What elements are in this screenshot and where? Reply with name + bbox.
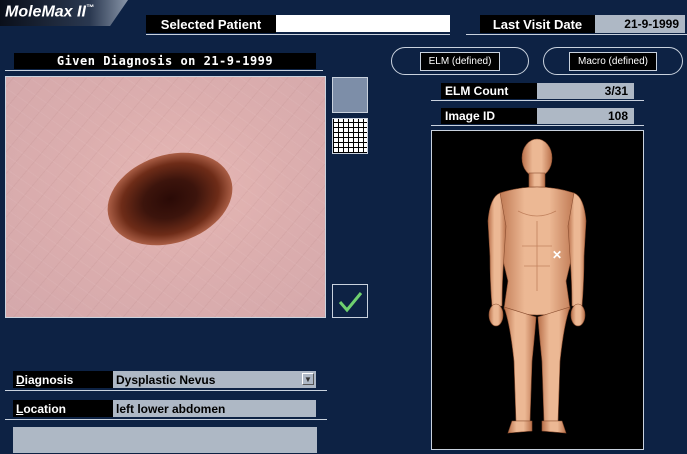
diagnosis-rule xyxy=(5,390,327,391)
location-label: Location xyxy=(13,400,113,417)
image-panel-title: Given Diagnosis on 21-9-1999 xyxy=(14,53,316,69)
app-logo: MoleMax II™ xyxy=(5,3,94,21)
image-id-label: Image ID xyxy=(441,108,537,124)
selected-patient-rule xyxy=(146,34,450,35)
selected-patient-input[interactable] xyxy=(276,15,450,32)
location-field[interactable]: left lower abdomen xyxy=(113,400,316,417)
elm-count-value: 3/31 xyxy=(537,83,634,99)
macro-view-button[interactable]: Macro (defined) xyxy=(543,47,683,75)
location-rule xyxy=(5,419,327,420)
close-icon: ✕ xyxy=(552,248,563,262)
lesion-location-marker[interactable]: ✕ xyxy=(552,249,562,261)
image-id-value: 108 xyxy=(537,108,634,124)
last-visit-label: Last Visit Date xyxy=(480,15,595,33)
body-figure xyxy=(487,138,587,434)
checkmark-icon xyxy=(338,292,363,313)
image-id-rule xyxy=(431,125,644,126)
last-visit-value: 21-9-1999 xyxy=(595,15,685,33)
lesion-image[interactable] xyxy=(5,76,326,318)
selected-patient-label: Selected Patient xyxy=(146,15,276,33)
confirm-button[interactable] xyxy=(332,284,368,318)
last-visit-rule xyxy=(466,34,687,35)
grid-icon[interactable] xyxy=(332,118,368,154)
elm-count-label: ELM Count xyxy=(441,83,537,99)
notes-field[interactable] xyxy=(13,427,317,453)
elm-count-rule xyxy=(431,100,644,101)
diagnosis-label: Diagnosis xyxy=(13,371,113,388)
image-panel-title-rule xyxy=(5,70,323,71)
mole-lesion xyxy=(95,137,245,261)
diagnosis-select[interactable]: Dysplastic Nevus ▼ xyxy=(113,371,316,388)
body-map-panel[interactable]: ✕ xyxy=(431,130,644,450)
color-swatch-button[interactable] xyxy=(332,77,368,113)
elm-view-button[interactable]: ELM (defined) xyxy=(391,47,529,75)
chevron-down-icon[interactable]: ▼ xyxy=(302,373,314,385)
